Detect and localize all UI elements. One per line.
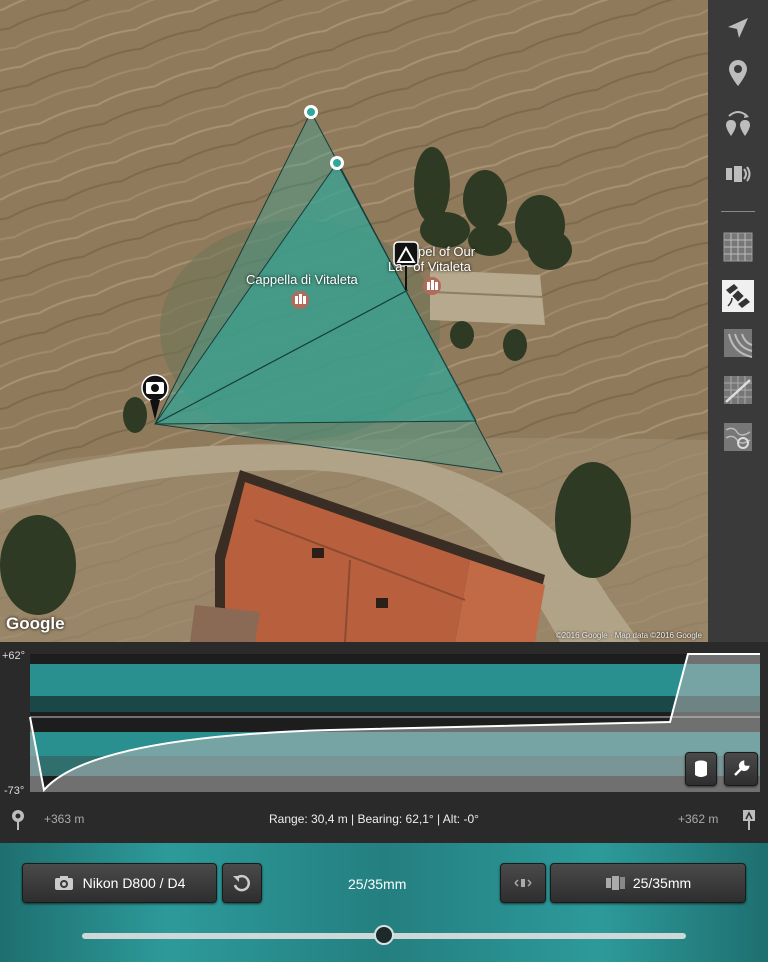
map-copyright: ©2016 Google · Map data ©2016 Google bbox=[555, 631, 702, 640]
lens-icon bbox=[605, 876, 625, 890]
focal-slider-thumb[interactable] bbox=[374, 925, 394, 945]
fov-handle-outer[interactable] bbox=[304, 105, 318, 119]
satellite-imagery bbox=[0, 0, 708, 642]
pins-swap-icon[interactable] bbox=[708, 105, 768, 145]
settings-button[interactable] bbox=[724, 752, 758, 786]
focal-length-button[interactable]: 25/35mm bbox=[550, 863, 746, 903]
camera-icon bbox=[54, 876, 73, 890]
location-pin-icon[interactable] bbox=[708, 55, 768, 95]
camera-select-button[interactable]: Nikon D800 / D4 bbox=[22, 863, 217, 903]
database-icon bbox=[695, 760, 707, 777]
right-elevation-value: +362 m bbox=[678, 812, 719, 826]
map-view[interactable]: Cappella di Vitaleta pel of Our La of Vi… bbox=[0, 0, 708, 642]
place-label-chapel-line1: pel of Our bbox=[418, 244, 476, 259]
elevation-profile-panel: +62° -73° +363 m Range: 30,4 m | Bearing… bbox=[0, 642, 768, 830]
elevation-profile-chart[interactable] bbox=[0, 642, 768, 800]
range-bearing-info: Range: 30,4 m | Bearing: 62,1° | Alt: -0… bbox=[269, 812, 479, 826]
right-toolbar bbox=[708, 0, 768, 642]
start-pin-icon bbox=[12, 810, 24, 830]
navigate-arrow-icon[interactable] bbox=[708, 8, 768, 48]
focal-length-display: 25/35mm bbox=[348, 876, 407, 892]
hybrid-map-icon[interactable] bbox=[708, 370, 768, 410]
google-logo: Google bbox=[6, 614, 65, 633]
topo-map-icon[interactable] bbox=[708, 323, 768, 363]
left-elevation-value: +363 m bbox=[44, 812, 85, 826]
profile-top-angle: +62° bbox=[2, 650, 26, 662]
place-icon-cappella bbox=[291, 291, 309, 309]
wrench-icon bbox=[734, 760, 750, 776]
place-icon-chapel bbox=[423, 277, 441, 295]
rotate-icon bbox=[233, 874, 250, 892]
focal-length-label: 25/35mm bbox=[632, 875, 692, 891]
place-label-cappella: Cappella di Vitaleta bbox=[246, 272, 358, 287]
camera-controls-bar: Nikon D800 / D4 25/35mm 25/35mm bbox=[0, 843, 768, 962]
fov-handle-inner[interactable] bbox=[330, 156, 344, 170]
lens-zoom-icon bbox=[514, 879, 532, 887]
camera-select-label: Nikon D800 / D4 bbox=[82, 875, 186, 891]
grid-map-icon[interactable] bbox=[708, 227, 768, 267]
profile-bottom-angle: -73° bbox=[4, 785, 25, 797]
toolbar-divider bbox=[721, 211, 755, 212]
place-label-chapel-line2: La of Vitaleta bbox=[388, 259, 471, 274]
lens-zoom-button[interactable] bbox=[500, 863, 546, 903]
satellite-map-icon[interactable] bbox=[708, 276, 768, 316]
database-button[interactable] bbox=[685, 752, 717, 786]
camera-sensor-icon[interactable] bbox=[708, 154, 768, 194]
terrain-map-icon[interactable] bbox=[708, 417, 768, 457]
reset-button[interactable] bbox=[222, 863, 262, 903]
end-pin-icon bbox=[743, 810, 755, 830]
